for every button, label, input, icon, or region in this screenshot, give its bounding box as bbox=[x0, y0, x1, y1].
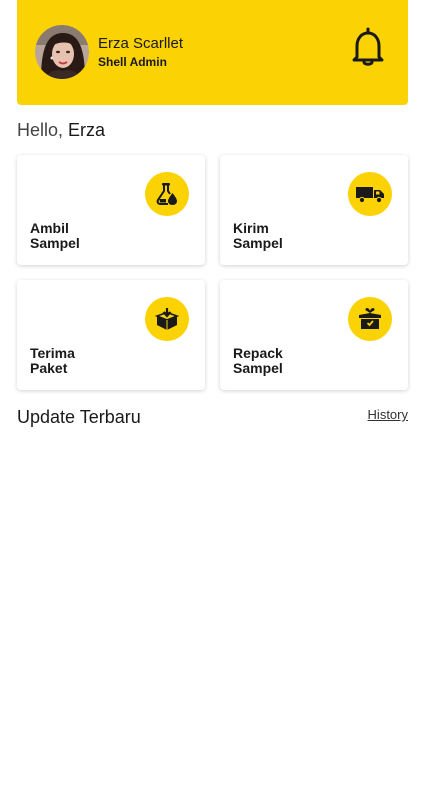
greeting-name: Erza bbox=[68, 120, 106, 140]
bell-icon[interactable] bbox=[351, 27, 385, 67]
greeting-prefix: Hello, bbox=[17, 120, 64, 140]
profile-header: Erza Scarllet Shell Admin bbox=[17, 0, 408, 105]
user-name: Erza Scarllet bbox=[98, 35, 184, 52]
box-repack-icon bbox=[348, 297, 392, 341]
truck-icon bbox=[348, 172, 392, 216]
section-title: Update Terbaru bbox=[17, 407, 141, 427]
flask-drop-icon bbox=[145, 172, 189, 216]
box-receive-icon bbox=[145, 297, 189, 341]
card-label: Kirim Sampel bbox=[233, 220, 283, 251]
greeting: Hello, Erza bbox=[17, 120, 105, 141]
card-label: Terima Paket bbox=[30, 345, 75, 376]
history-link[interactable]: History bbox=[368, 407, 408, 422]
card-label: Repack Sampel bbox=[233, 345, 283, 376]
kirim-sampel-card[interactable]: Kirim Sampel bbox=[220, 155, 408, 265]
card-label: Ambil Sampel bbox=[30, 220, 80, 251]
avatar[interactable] bbox=[35, 25, 89, 79]
terima-paket-card[interactable]: Terima Paket bbox=[17, 280, 205, 390]
user-role: Shell Admin bbox=[98, 55, 167, 69]
repack-sampel-card[interactable]: Repack Sampel bbox=[220, 280, 408, 390]
ambil-sampel-card[interactable]: Ambil Sampel bbox=[17, 155, 205, 265]
